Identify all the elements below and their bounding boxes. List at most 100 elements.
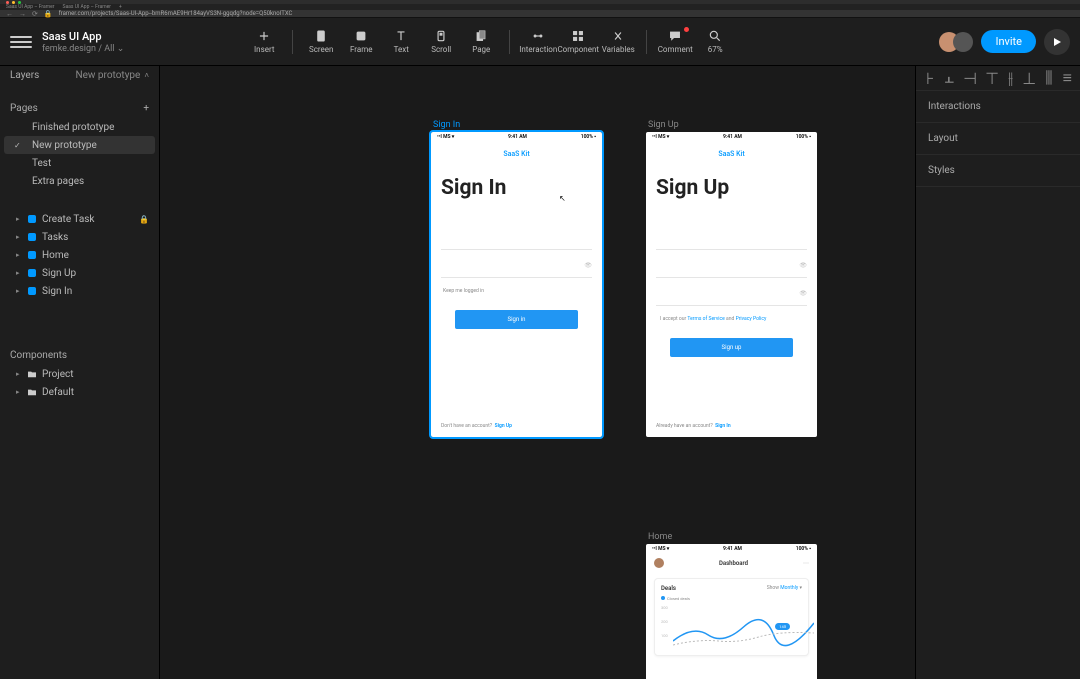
input-field-password[interactable]: 👁 (441, 264, 592, 278)
interactions-section[interactable]: Interactions (916, 91, 1080, 123)
text-icon (394, 29, 408, 43)
input-field[interactable] (656, 236, 807, 250)
layers-label: Layers (10, 70, 39, 81)
reload-icon[interactable]: ⟳ (32, 10, 38, 18)
page-icon (474, 29, 488, 43)
top-bar-right: Invite (939, 29, 1070, 55)
page-tool[interactable]: Page (461, 29, 501, 54)
right-sidebar: ⊦ ⫠ ⊣ ⊤ ⫲ ⊥ ⫼ ≡ Interactions Layout Styl… (915, 66, 1080, 679)
signin-link[interactable]: Sign In (715, 423, 730, 429)
component-project[interactable]: ▸Project (0, 365, 159, 383)
caret-right-icon: ▸ (16, 287, 22, 295)
terms-link[interactable]: Terms of Service (687, 316, 724, 322)
invite-button[interactable]: Invite (981, 30, 1036, 53)
frame-label-home[interactable]: Home (648, 532, 672, 542)
frame-icon (28, 233, 36, 241)
text-tool[interactable]: Text (381, 29, 421, 54)
scroll-icon (434, 29, 448, 43)
insert-tool[interactable]: Insert (244, 29, 284, 54)
chart-legend: Closed deals (661, 596, 802, 601)
frame-icon (28, 287, 36, 295)
layer-sign-up[interactable]: ▸Sign Up (0, 264, 159, 282)
project-title-block[interactable]: Saas UI App femke.design / All ⌄ (42, 30, 124, 54)
comment-tool[interactable]: Comment (655, 29, 695, 54)
screen-title: Sign Up (656, 176, 817, 200)
frame-label-signin[interactable]: Sign In (433, 120, 460, 130)
artboard-home[interactable]: ••l MS ▾9:41 AM100% ▪ Dashboard ⋯ Deals … (646, 544, 817, 679)
chevron-up-icon: ˄ (142, 71, 149, 80)
layout-section[interactable]: Layout (916, 123, 1080, 155)
input-field-password-confirm[interactable]: 👁 (656, 292, 807, 306)
notification-badge (684, 27, 689, 32)
cursor-icon: ↖ (559, 194, 566, 203)
collaborator-avatar[interactable] (953, 32, 973, 52)
signup-button[interactable]: Sign up (670, 338, 793, 357)
add-page-icon[interactable]: + (143, 103, 149, 114)
checkbox-label[interactable]: Keep me logged in (443, 288, 592, 294)
styles-section[interactable]: Styles (916, 155, 1080, 187)
check-icon: ✓ (14, 141, 21, 150)
play-button[interactable] (1044, 29, 1070, 55)
page-item-test[interactable]: Test (0, 154, 159, 172)
component-tool[interactable]: Component (558, 29, 598, 54)
align-bottom-icon[interactable]: ⊥ (1023, 72, 1035, 84)
prototype-dropdown[interactable]: New prototype ˄ (76, 70, 150, 81)
folder-icon (28, 370, 36, 378)
dashboard-header: Dashboard ⋯ (646, 554, 817, 572)
scroll-tool[interactable]: Scroll (421, 29, 461, 54)
project-title: Saas UI App (42, 30, 124, 43)
eye-icon[interactable]: 👁 (799, 290, 807, 297)
zoom-tool[interactable]: 67% (695, 29, 735, 54)
lock-icon[interactable]: 🔒 (139, 215, 149, 224)
eye-icon[interactable]: 👁 (584, 262, 592, 269)
align-top-icon[interactable]: ⊤ (986, 72, 998, 84)
back-icon[interactable]: ← (6, 10, 13, 18)
pages-header: Pages + (0, 99, 159, 118)
pages-label: Pages (10, 103, 38, 114)
avatar-icon[interactable] (654, 558, 664, 568)
layer-tasks[interactable]: ▸Tasks (0, 228, 159, 246)
layer-sign-in[interactable]: ▸Sign In (0, 282, 159, 300)
screen-tool[interactable]: Screen (301, 29, 341, 54)
footer-text: Already have an account? Sign In (656, 423, 731, 429)
menu-icon[interactable] (10, 31, 32, 53)
align-center-h-icon[interactable]: ⫠ (944, 72, 954, 84)
deals-card[interactable]: Deals Show Monthly ▾ Closed deals 300 20… (654, 578, 809, 656)
frame-label-signup[interactable]: Sign Up (648, 120, 679, 130)
page-item-new-prototype[interactable]: ✓New prototype (4, 136, 155, 154)
address-bar[interactable]: framer.com/projects/Saas-UI-App--bmR6mAE… (59, 10, 1074, 17)
distribute-v-icon[interactable]: ≡ (1063, 72, 1072, 84)
variables-tool[interactable]: Variables (598, 29, 638, 54)
input-field-password[interactable]: 👁 (656, 264, 807, 278)
eye-icon[interactable]: 👁 (799, 262, 807, 269)
distribute-h-icon[interactable]: ⫼ (1045, 72, 1052, 84)
caret-right-icon: ▸ (16, 370, 22, 378)
align-tools: ⊦ ⫠ ⊣ ⊤ ⫲ ⊥ ⫼ ≡ (916, 66, 1080, 91)
frame-icon (28, 251, 36, 259)
show-filter[interactable]: Show Monthly ▾ (767, 585, 802, 592)
variables-icon (611, 29, 625, 43)
settings-icon[interactable]: ⋯ (803, 560, 809, 567)
forward-icon[interactable]: → (19, 10, 26, 18)
align-center-v-icon[interactable]: ⫲ (1008, 72, 1013, 84)
brand-label: SaaS Kit (431, 150, 602, 158)
interaction-tool[interactable]: Interaction (518, 29, 558, 54)
input-field[interactable] (441, 236, 592, 250)
terms-text: I accept our Terms of Service and Privac… (660, 316, 807, 322)
signin-button[interactable]: Sign in (455, 310, 578, 329)
align-left-icon[interactable]: ⊦ (926, 72, 934, 84)
canvas[interactable]: Sign In ••l MS ▾9:41 AM100% ▪ SaaS Kit S… (160, 66, 915, 679)
layer-home[interactable]: ▸Home (0, 246, 159, 264)
frame-tool[interactable]: Frame (341, 29, 381, 54)
layer-create-task[interactable]: ▸Create Task🔒 (0, 210, 159, 228)
align-right-icon[interactable]: ⊣ (964, 72, 976, 84)
signup-link[interactable]: Sign Up (495, 423, 512, 429)
folder-icon (28, 388, 36, 396)
status-bar: ••l MS ▾9:41 AM100% ▪ (431, 132, 602, 142)
page-item-finished[interactable]: Finished prototype (0, 118, 159, 136)
component-default[interactable]: ▸Default (0, 383, 159, 401)
artboard-signin[interactable]: ••l MS ▾9:41 AM100% ▪ SaaS Kit Sign In ↖… (431, 132, 602, 437)
artboard-signup[interactable]: ••l MS ▾9:41 AM100% ▪ SaaS Kit Sign Up 👁… (646, 132, 817, 437)
page-item-extra[interactable]: Extra pages (0, 172, 159, 190)
privacy-link[interactable]: Privacy Policy (736, 316, 767, 322)
